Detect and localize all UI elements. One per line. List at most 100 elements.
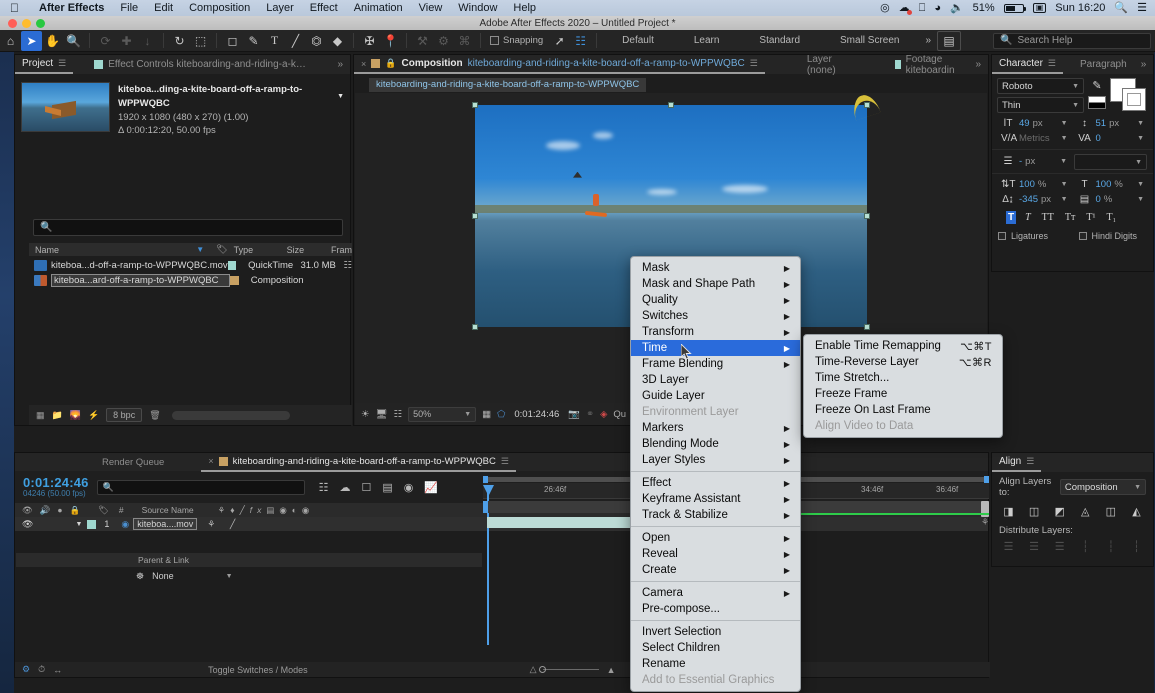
- distribute-horizontal-center-icon[interactable]: ┆: [1102, 539, 1119, 554]
- search-help-field[interactable]: 🔍 Search Help: [993, 32, 1151, 49]
- puppet-bend-tool-icon[interactable]: ⌘: [454, 31, 475, 51]
- baseline-shift-field[interactable]: -345 px: [1019, 194, 1051, 205]
- tab-layer[interactable]: Layer (none): [799, 54, 851, 76]
- layer-switches[interactable]: ⚘ ╱: [197, 519, 241, 530]
- chevron-down-icon[interactable]: ▼: [1061, 181, 1068, 188]
- superscript-button[interactable]: T¹: [1084, 211, 1097, 224]
- new-composition-icon[interactable]: ▦: [36, 410, 45, 421]
- apple-icon[interactable]: : [10, 2, 19, 14]
- align-right-icon[interactable]: ◩: [1051, 504, 1068, 519]
- dolly-tool-icon[interactable]: ↓: [137, 31, 158, 51]
- layer-source-name[interactable]: kiteboa....mov: [133, 518, 198, 530]
- snapping-checkbox[interactable]: [490, 36, 499, 45]
- timeline-search-input[interactable]: 🔍: [96, 479, 305, 495]
- distribute-right-icon[interactable]: ┆: [1128, 539, 1145, 554]
- anchor-point-tool-icon[interactable]: ⬚: [190, 31, 211, 51]
- layer-parent-value[interactable]: None: [144, 571, 174, 581]
- project-search-input[interactable]: 🔍: [33, 219, 343, 236]
- stroke-width-row[interactable]: ☰ - px ▼: [996, 152, 1072, 170]
- stroke-width-field[interactable]: - px: [1019, 156, 1035, 167]
- toggle-switches-label[interactable]: Toggle Switches / Modes: [62, 665, 308, 675]
- kerning-field[interactable]: Metrics: [1019, 133, 1050, 144]
- character-panel-overflow-icon[interactable]: »: [1134, 55, 1154, 74]
- column-size[interactable]: Size: [281, 245, 325, 255]
- selection-handle[interactable]: [472, 213, 478, 219]
- stroke-type-select[interactable]: ▼: [1074, 154, 1147, 170]
- context-menu-item-open[interactable]: Open ▶: [631, 530, 800, 546]
- context-menu-item-select-children[interactable]: Select Children: [631, 640, 800, 656]
- panel-menu-icon[interactable]: ☰: [1048, 58, 1056, 69]
- snapping-toggle[interactable]: Snapping: [490, 35, 543, 46]
- type-tool-icon[interactable]: T: [264, 31, 285, 51]
- shape-tool-icon[interactable]: ◻: [222, 31, 243, 51]
- chevron-down-icon[interactable]: ▼: [1137, 120, 1144, 127]
- eraser-tool-icon[interactable]: ◆: [327, 31, 348, 51]
- airplay-icon[interactable]: ⎕: [919, 2, 926, 14]
- new-folder-icon[interactable]: 📁: [52, 410, 63, 421]
- context-menu-item-effect[interactable]: Effect ▶: [631, 475, 800, 491]
- context-menu-item-create[interactable]: Create ▶: [631, 562, 800, 578]
- menu-animation[interactable]: Animation: [346, 2, 411, 14]
- align-horizontal-center-icon[interactable]: ◫: [1026, 504, 1043, 519]
- selection-handle[interactable]: [472, 102, 478, 108]
- workspace-learn[interactable]: Learn: [674, 35, 740, 46]
- eyedropper-icon[interactable]: ✎: [1092, 79, 1101, 92]
- submenu-item-enable-time-remapping[interactable]: Enable Time Remapping ⌥⌘T: [804, 338, 1002, 354]
- volume-icon[interactable]: 🔈: [950, 2, 964, 14]
- video-visibility-icon[interactable]: 👁: [15, 519, 33, 530]
- align-layers-select[interactable]: Composition ▼: [1059, 479, 1146, 495]
- context-menu-item-time[interactable]: Time ▶: [631, 340, 800, 356]
- close-icon[interactable]: ×: [208, 456, 213, 466]
- chevron-down-icon[interactable]: ▼: [1137, 181, 1144, 188]
- collapse-icon[interactable]: ▼: [33, 521, 82, 528]
- horizontal-scale-row[interactable]: T 100 % ▼: [1073, 177, 1150, 192]
- battery-icon[interactable]: [1003, 3, 1026, 13]
- always-preview-this-view-icon[interactable]: ☀: [361, 409, 370, 420]
- puppet-pin-tool-icon[interactable]: 📍: [380, 31, 401, 51]
- tab-composition[interactable]: × 🔒 Composition kiteboarding-and-riding-…: [354, 55, 765, 74]
- context-menu-item-keyframe-assistant[interactable]: Keyframe Assistant ▶: [631, 491, 800, 507]
- context-menu-item-transform[interactable]: Transform ▶: [631, 324, 800, 340]
- ligatures-toggle[interactable]: Ligatures: [992, 228, 1073, 241]
- fill-and-stroke-icon[interactable]: [1110, 78, 1148, 112]
- home-icon[interactable]: ⌂: [0, 31, 21, 51]
- tsume-field[interactable]: 0 %: [1096, 194, 1113, 205]
- clock[interactable]: Sun 16:20: [1055, 2, 1105, 14]
- main-view-icon[interactable]: 🖥: [376, 409, 388, 420]
- workspace-standard[interactable]: Standard: [739, 35, 820, 46]
- project-item-label-swatch[interactable]: [227, 260, 237, 270]
- context-menu-item-blending-mode[interactable]: Blending Mode ▶: [631, 436, 800, 452]
- source-name-column-header[interactable]: Source Name: [124, 505, 194, 515]
- layer-label-swatch[interactable]: [87, 519, 97, 529]
- menu-window[interactable]: Window: [450, 2, 505, 14]
- ligatures-checkbox[interactable]: [998, 232, 1006, 240]
- composition-panel-overflow-icon[interactable]: »: [968, 55, 988, 74]
- lock-icon[interactable]: 🔒: [385, 58, 396, 69]
- trash-icon[interactable]: 🗑: [149, 410, 160, 421]
- align-left-icon[interactable]: ◨: [1000, 504, 1017, 519]
- context-menu-item-reveal[interactable]: Reveal ▶: [631, 546, 800, 562]
- timeline-zoom-slider[interactable]: [538, 666, 599, 673]
- distribute-bottom-icon[interactable]: ☰: [1051, 539, 1068, 554]
- small-caps-button[interactable]: Tт: [1063, 211, 1077, 224]
- kerning-row[interactable]: V/A Metrics ▼: [996, 131, 1073, 146]
- menu-file[interactable]: File: [112, 2, 146, 14]
- toggle-switches-icon[interactable]: ⚙: [15, 664, 30, 675]
- context-menu-item-rename[interactable]: Rename: [631, 656, 800, 672]
- context-menu-item-quality[interactable]: Quality ▶: [631, 292, 800, 308]
- leading-field[interactable]: 51 px: [1096, 118, 1120, 129]
- pen-tool-icon[interactable]: ✎: [243, 31, 264, 51]
- submenu-item-time-reverse-layer[interactable]: Time-Reverse Layer ⌥⌘R: [804, 354, 1002, 370]
- chevron-down-icon[interactable]: ▼: [1137, 135, 1144, 142]
- panel-menu-icon[interactable]: ☰: [501, 456, 509, 467]
- tab-project[interactable]: Project ☰: [15, 55, 74, 74]
- resolution-select[interactable]: Qu: [613, 409, 626, 420]
- zoom-in-timeline-icon[interactable]: ▲: [607, 665, 616, 675]
- stroke-swatch[interactable]: [1122, 88, 1146, 111]
- screen-recording-icon[interactable]: ☁: [899, 2, 912, 15]
- selection-handle[interactable]: [668, 102, 674, 108]
- enable-frame-blending-icon[interactable]: ▤: [382, 481, 392, 494]
- work-area-start-handle[interactable]: [483, 476, 488, 483]
- timeline-current-time-group[interactable]: 0:01:24:46 04246 (50.00 fps): [23, 476, 89, 499]
- context-menu-item-guide-layer[interactable]: Guide Layer: [631, 388, 800, 404]
